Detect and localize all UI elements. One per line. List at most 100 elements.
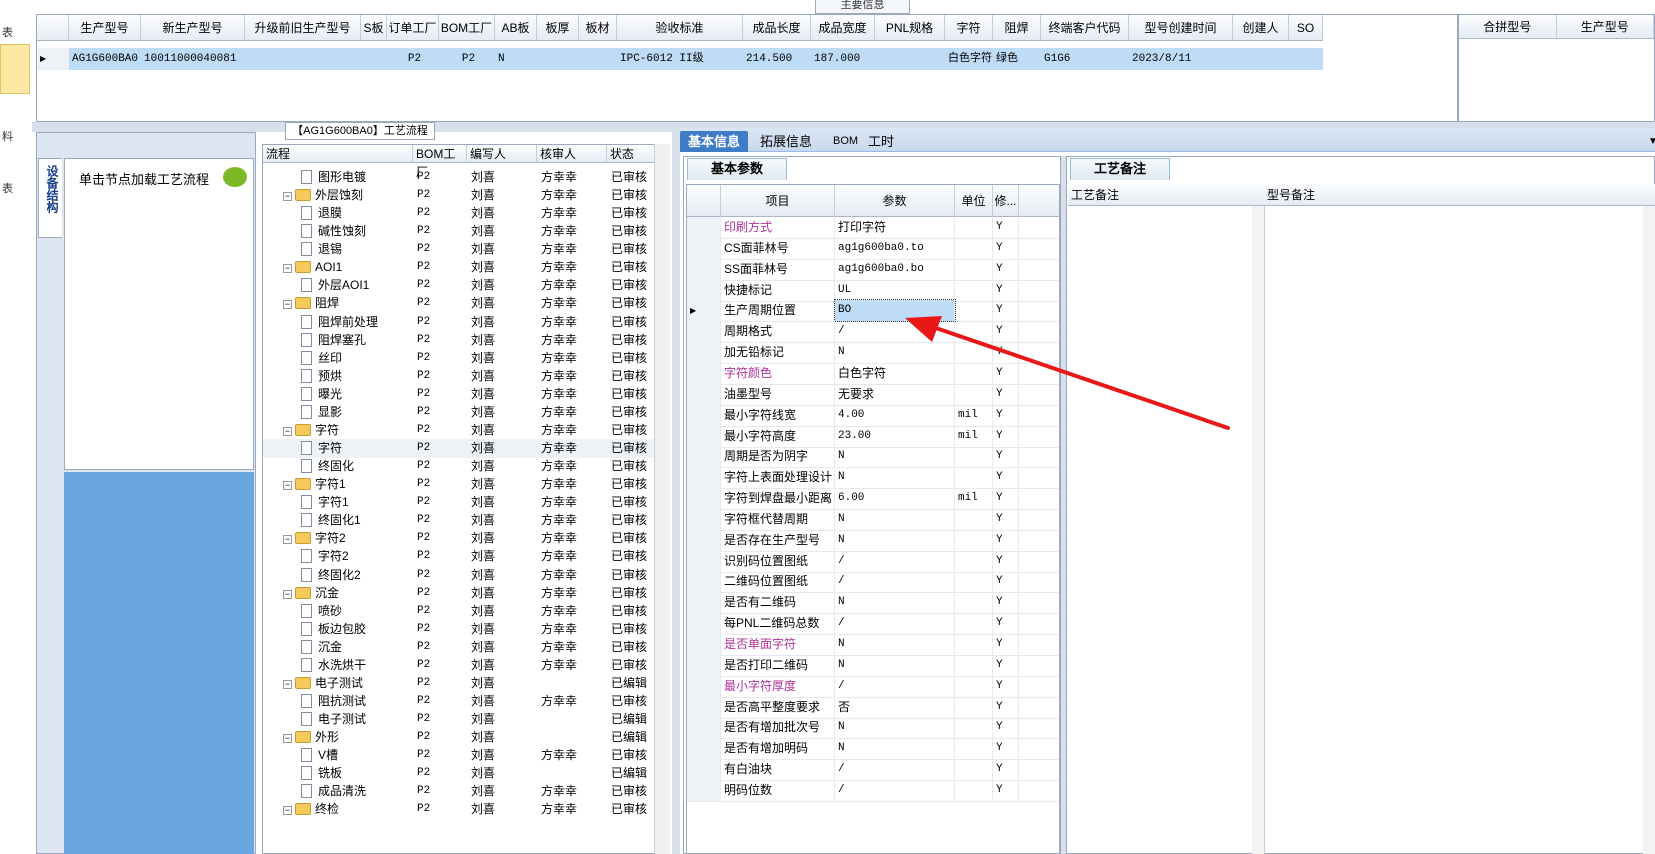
collapse-icon[interactable]: − [283, 481, 292, 491]
tree-node[interactable]: − 外层蚀刻 [283, 186, 413, 205]
param-row[interactable]: 周期是否为阴字 N Y [687, 446, 1059, 469]
column-header[interactable]: 订单工厂 [387, 15, 439, 40]
tree-row[interactable]: 丝印 P2 刘喜 方幸幸 已审核 [263, 349, 655, 368]
tree-node[interactable]: − 字符 [283, 421, 413, 440]
tree-node[interactable]: − 字符1 [283, 475, 413, 494]
param-row[interactable]: 每PNL二维码总数 / Y [687, 613, 1059, 636]
param-value[interactable]: 6.00 [835, 488, 955, 510]
table-cell[interactable] [1289, 48, 1323, 70]
column-header[interactable]: 编写人 [467, 145, 537, 163]
tree-row[interactable]: 退锡 P2 刘喜 方幸幸 已审核 [263, 240, 655, 259]
tree-node[interactable]: − 外形 [283, 728, 413, 747]
param-value[interactable]: ag1g600ba0.bo [835, 258, 955, 280]
column-header[interactable]: S板 [361, 15, 387, 40]
tree-row[interactable]: 阻抗测试 P2 刘喜 方幸幸 已审核 [263, 692, 655, 711]
param-row[interactable]: 加无铅标记 N Y [687, 342, 1059, 365]
column-item[interactable]: 项目 [721, 185, 835, 217]
column-value[interactable]: 参数 [835, 185, 955, 217]
tree-node[interactable]: 字符1 [301, 493, 413, 512]
merged-model-header[interactable]: 合拼型号 [1459, 15, 1557, 38]
param-row[interactable]: 是否有二维码 N Y [687, 592, 1059, 615]
table-cell[interactable] [875, 48, 945, 70]
tree-node[interactable]: 预烘 [301, 367, 413, 386]
tree-row[interactable]: 阻焊前处理 P2 刘喜 方幸幸 已审核 [263, 313, 655, 332]
tree-node[interactable]: 终固化 [301, 457, 413, 476]
tree-node[interactable]: 终固化1 [301, 511, 413, 530]
process-remark-header[interactable]: 工艺备注 [1068, 184, 1119, 206]
model-remark-header[interactable]: 型号备注 [1264, 184, 1315, 206]
column-header[interactable]: 阻焊 [993, 15, 1041, 40]
param-value[interactable]: 白色字符 [835, 362, 955, 384]
process-remark-scrollbar[interactable] [1252, 206, 1264, 854]
param-row[interactable]: CS面菲林号 ag1g600ba0.to Y [687, 237, 1059, 260]
table-cell[interactable]: 白色字符 [945, 48, 993, 70]
param-row[interactable]: 是否存在生产型号 N Y [687, 529, 1059, 552]
tree-node[interactable]: − 沉金 [283, 584, 413, 603]
tree-row[interactable]: 终固化 P2 刘喜 方幸幸 已审核 [263, 457, 655, 476]
param-row[interactable]: 明码位数 / Y [687, 779, 1059, 802]
table-cell[interactable] [579, 48, 617, 70]
param-value[interactable]: N [835, 529, 955, 551]
column-header[interactable]: 新生产型号 [141, 15, 245, 40]
tab-work-hours[interactable]: 工时 [860, 131, 902, 152]
table-cell[interactable]: 10011000040081 [141, 48, 245, 70]
param-value[interactable]: N [835, 717, 955, 739]
tree-row[interactable]: − 外形 P2 刘喜 已编辑 [263, 728, 655, 747]
tree-row[interactable]: 外层AOI1 P2 刘喜 方幸幸 已审核 [263, 276, 655, 295]
column-header[interactable]: 核审人 [537, 145, 607, 163]
table-cell[interactable]: IPC-6012 II级 [617, 48, 743, 70]
table-cell[interactable] [537, 48, 579, 70]
table-cell[interactable] [1233, 48, 1289, 70]
table-cell[interactable]: P2 [387, 48, 439, 70]
tree-row[interactable]: 终固化2 P2 刘喜 方幸幸 已审核 [263, 566, 655, 585]
left-edge-label[interactable]: 表 [2, 180, 13, 196]
tree-node[interactable]: 沉金 [301, 638, 413, 657]
param-row[interactable]: 周期格式 / Y [687, 321, 1059, 344]
tree-row[interactable]: − 外层蚀刻 P2 刘喜 方幸幸 已审核 [263, 186, 655, 205]
tree-node[interactable]: − 阻焊 [283, 294, 413, 313]
param-row[interactable]: 有白油块 / Y [687, 759, 1059, 782]
param-row[interactable]: 字符颜色 白色字符 Y [687, 362, 1059, 385]
param-value[interactable]: / [835, 759, 955, 781]
tab-basic-info[interactable]: 基本信息 [680, 131, 749, 152]
tree-row[interactable]: 显影 P2 刘喜 方幸幸 已审核 [263, 403, 655, 422]
tab-basic-params[interactable]: 基本参数 [687, 158, 787, 180]
tree-node[interactable]: V槽 [301, 746, 413, 765]
table-cell[interactable]: G1G6 [1041, 48, 1129, 70]
table-cell[interactable]: P2 [439, 48, 495, 70]
tree-row[interactable]: 字符1 P2 刘喜 方幸幸 已审核 [263, 493, 655, 512]
collapse-icon[interactable]: − [283, 264, 292, 274]
tree-row[interactable]: − 字符 P2 刘喜 方幸幸 已审核 [263, 421, 655, 440]
column-header[interactable]: 生产型号 [69, 15, 141, 40]
tab-extended-info[interactable]: 拓展信息 [752, 131, 820, 152]
tree-node[interactable]: 铣板 [301, 764, 413, 783]
tree-node[interactable]: 字符2 [301, 547, 413, 566]
param-value[interactable]: 无要求 [835, 383, 955, 405]
param-value[interactable]: N [835, 634, 955, 655]
param-row[interactable]: 是否高平整度要求否 Y [687, 696, 1059, 719]
column-header[interactable]: 状态 [607, 145, 655, 163]
param-value[interactable]: / [835, 613, 955, 635]
param-row[interactable]: 最小字符厚度 / Y [687, 675, 1059, 698]
left-edge-selected-item[interactable] [0, 44, 30, 94]
param-value[interactable]: / [835, 571, 955, 593]
tree-row[interactable]: 沉金 P2 刘喜 方幸幸 已审核 [263, 638, 655, 657]
tree-node[interactable]: 退锡 [301, 240, 413, 259]
tree-node[interactable]: − 终检 [283, 800, 413, 819]
param-value[interactable]: N [835, 592, 955, 614]
column-header[interactable]: 验收标准 [617, 15, 743, 40]
tab-process-remarks[interactable]: 工艺备注 [1070, 158, 1170, 180]
column-header[interactable]: AB板 [495, 15, 537, 40]
table-cell[interactable]: 2023/8/11 [1129, 48, 1233, 70]
column-header[interactable]: 型号创建时间 [1129, 15, 1233, 40]
column-header[interactable]: 板厚 [537, 15, 579, 40]
param-row[interactable]: 最小字符高度 23.00 mil Y [687, 425, 1059, 448]
collapse-icon[interactable]: − [283, 192, 292, 202]
column-header[interactable]: 流程 [263, 145, 413, 163]
column-modified[interactable]: 修... [993, 185, 1019, 217]
collapse-icon[interactable]: − [283, 806, 292, 816]
param-value[interactable]: N [835, 654, 955, 676]
param-row[interactable]: 识别码位置图纸 / Y [687, 550, 1059, 573]
param-value[interactable]: / [835, 321, 955, 343]
tree-row[interactable]: − AOI1 P2 刘喜 方幸幸 已审核 [263, 258, 655, 277]
